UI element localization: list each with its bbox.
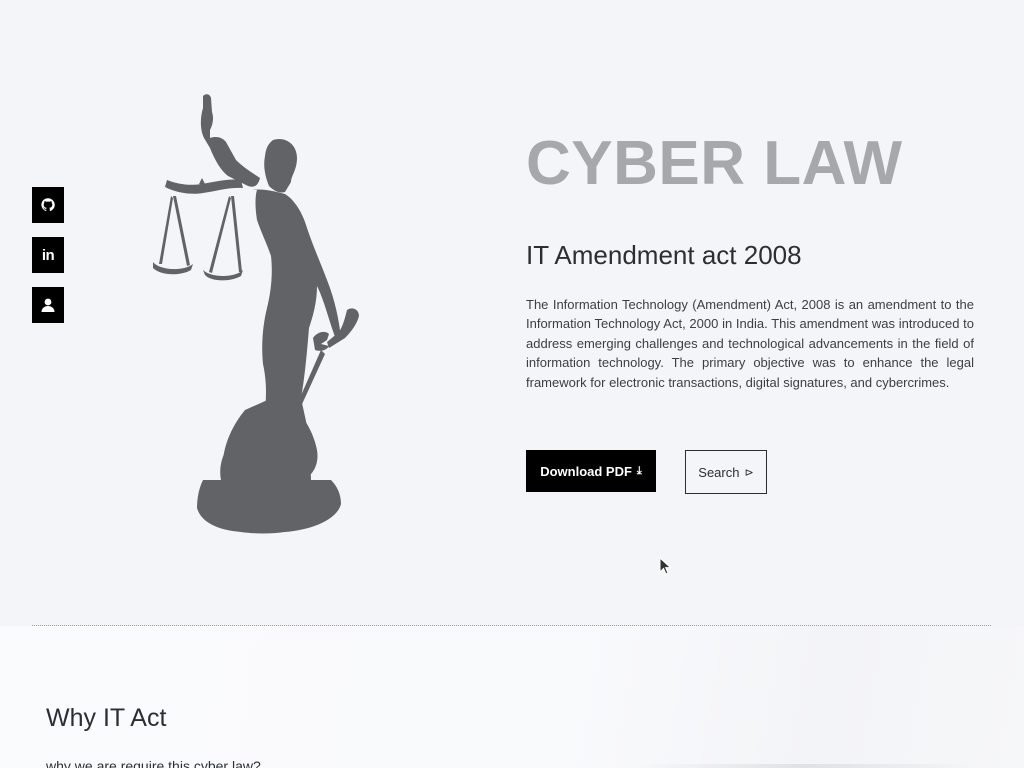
profile-button[interactable] — [32, 287, 64, 323]
page: in CYBER LAW IT Amendment act 2008 The I… — [0, 0, 1024, 768]
download-pdf-button[interactable]: Download PDF ⤓ — [526, 450, 656, 492]
social-links: in — [32, 187, 64, 323]
linkedin-button[interactable]: in — [32, 237, 64, 273]
download-icon: ⤓ — [636, 464, 642, 477]
section-title: Why IT Act — [46, 704, 167, 732]
user-icon — [41, 298, 55, 312]
play-arrow-icon: ⊳ — [744, 466, 754, 479]
hero-description: The Information Technology (Amendment) A… — [526, 297, 974, 390]
github-icon — [41, 198, 55, 212]
why-it-act-section: Why IT Act why we are require this cyber… — [0, 626, 1024, 768]
hero-subtitle: IT Amendment act 2008 — [526, 240, 802, 270]
search-button[interactable]: Search ⊳ — [685, 450, 767, 494]
hero-title: CYBER LAW — [526, 129, 903, 198]
github-button[interactable] — [32, 187, 64, 223]
lady-justice-statue-image — [153, 94, 359, 534]
card-shadow — [630, 764, 980, 768]
search-label: Search — [698, 464, 740, 480]
linkedin-icon: in — [41, 246, 55, 264]
download-pdf-label: Download PDF — [540, 463, 632, 479]
mouse-cursor-icon — [659, 557, 672, 575]
section-subtitle: why we are require this cyber law? — [46, 758, 261, 768]
